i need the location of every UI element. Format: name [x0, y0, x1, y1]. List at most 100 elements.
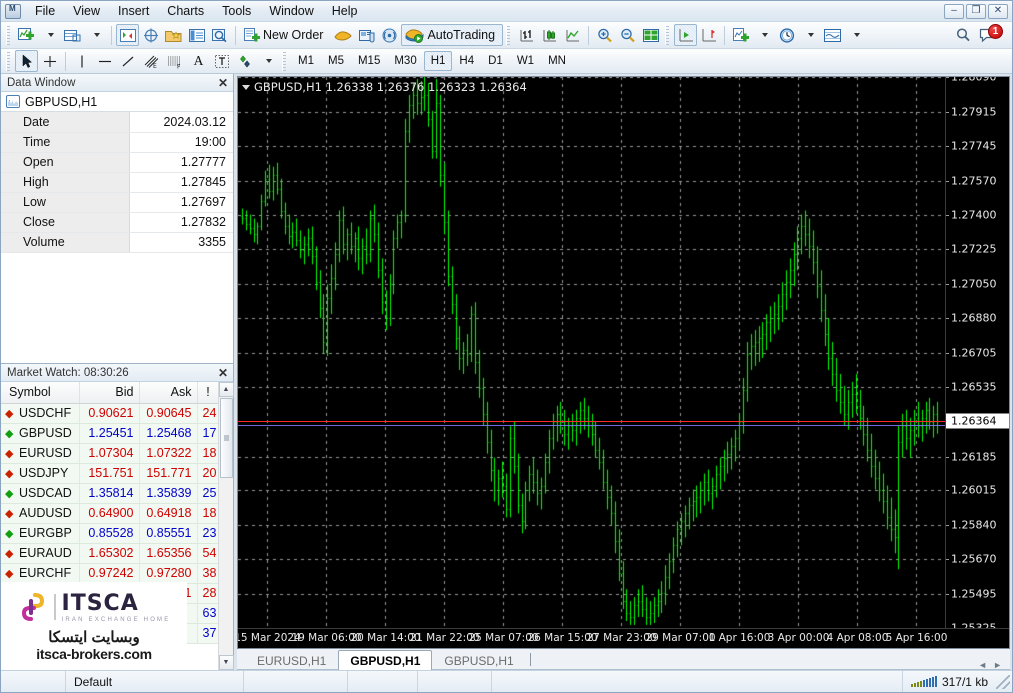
- vertical-line-icon[interactable]: [70, 50, 93, 72]
- toolbar-grip[interactable]: [6, 25, 12, 45]
- chart-window[interactable]: GBPUSD,H1 1.26338 1.26376 1.26323 1.2636…: [237, 76, 1010, 649]
- toolbar-grip-shift[interactable]: [665, 25, 672, 45]
- equidistant-channel-icon[interactable]: E: [139, 50, 163, 72]
- timeframe-w1[interactable]: W1: [510, 51, 541, 71]
- col-ask[interactable]: Ask: [139, 382, 198, 404]
- table-row[interactable]: ◆ EURUSD 1.07304 1.07322 18: [1, 443, 218, 464]
- terminal-icon[interactable]: [185, 24, 208, 46]
- menu-tools[interactable]: Tools: [213, 1, 260, 22]
- periods-icon[interactable]: [775, 24, 798, 46]
- horizontal-line-icon[interactable]: [93, 50, 116, 72]
- table-row[interactable]: ◆ EURGBP 0.85528 0.85551 23: [1, 523, 218, 544]
- menu-file[interactable]: File: [26, 1, 64, 22]
- indicators-dropdown[interactable]: [752, 24, 775, 46]
- table-row[interactable]: ◆ USDCAD 1.35814 1.35839 25: [1, 483, 218, 504]
- scrollbar-thumb[interactable]: [219, 398, 233, 478]
- table-row[interactable]: ◆ USDCHF 0.90621 0.90645 24: [1, 403, 218, 424]
- metaeditor-icon[interactable]: [331, 24, 355, 46]
- signals-icon[interactable]: [378, 24, 401, 46]
- market-watch-close-icon[interactable]: ✕: [218, 366, 228, 380]
- navigator-icon[interactable]: [162, 24, 185, 46]
- autotrading-button[interactable]: AutoTrading: [401, 24, 504, 46]
- trendline-icon[interactable]: [116, 50, 139, 72]
- auto-scroll-icon[interactable]: [674, 24, 698, 46]
- text-label-icon[interactable]: [210, 50, 233, 72]
- table-row[interactable]: ◆ GBPUSD 1.25451 1.25468 17: [1, 423, 218, 444]
- table-row[interactable]: ◆ EURAUD 1.65302 1.65356 54: [1, 543, 218, 564]
- chart-plot-area[interactable]: GBPUSD,H1 1.26338 1.26376 1.26323 1.2636…: [238, 77, 945, 628]
- news-icon[interactable]: [355, 24, 378, 46]
- zoom-out-icon[interactable]: [616, 24, 639, 46]
- menu-view[interactable]: View: [64, 1, 109, 22]
- templates-icon[interactable]: [821, 24, 844, 46]
- col-spread[interactable]: !: [197, 382, 218, 404]
- chevron-down-icon[interactable]: [242, 84, 250, 90]
- scroll-down-icon[interactable]: ▼: [218, 655, 234, 670]
- text-icon[interactable]: A: [187, 50, 210, 72]
- data-window-icon[interactable]: [139, 24, 162, 46]
- table-row[interactable]: ◆ EURCHF 0.97242 0.97280 38: [1, 563, 218, 584]
- chart-tab-gbpusd-2[interactable]: GBPUSD,H1: [432, 651, 525, 670]
- tabs-prev-icon[interactable]: ◄: [978, 660, 987, 670]
- new-chart-dropdown[interactable]: [38, 24, 61, 46]
- timeframe-m5[interactable]: M5: [321, 51, 351, 71]
- menu-insert[interactable]: Insert: [109, 1, 158, 22]
- mw-bid: 0.90621: [79, 403, 140, 424]
- restore-button[interactable]: ❐: [966, 3, 986, 19]
- cursor-icon[interactable]: [15, 50, 38, 72]
- menu-window[interactable]: Window: [260, 1, 322, 22]
- market-watch-icon[interactable]: [116, 24, 139, 46]
- shapes-dropdown[interactable]: [256, 50, 279, 72]
- new-chart-button[interactable]: [15, 24, 38, 46]
- line-chart-icon[interactable]: [561, 24, 584, 46]
- menu-charts[interactable]: Charts: [158, 1, 213, 22]
- new-order-button[interactable]: New Order: [240, 24, 331, 46]
- candlestick-chart-icon[interactable]: [538, 24, 561, 46]
- market-watch-scrollbar[interactable]: ▲ ▼: [218, 382, 234, 670]
- profiles-button[interactable]: [61, 24, 84, 46]
- table-row[interactable]: 63: [1, 603, 218, 624]
- fibonacci-icon[interactable]: F: [163, 50, 187, 72]
- chart-tab-gbpusd-active[interactable]: GBPUSD,H1: [338, 650, 433, 670]
- profiles-dropdown[interactable]: [84, 24, 107, 46]
- tabs-next-icon[interactable]: ►: [993, 660, 1002, 670]
- toolbar-grip-charts[interactable]: [506, 25, 513, 45]
- table-row[interactable]: ◆ AUDUSD 0.64900 0.64918 18: [1, 503, 218, 524]
- data-grid-icon[interactable]: [639, 24, 662, 46]
- periods-dropdown[interactable]: [798, 24, 821, 46]
- timeframe-h1[interactable]: H1: [423, 51, 453, 71]
- scroll-up-icon[interactable]: ▲: [218, 382, 234, 397]
- status-traffic: 317/1 kb: [903, 671, 996, 692]
- timeframe-toolbar-grip[interactable]: [282, 51, 288, 71]
- data-window-close-icon[interactable]: ✕: [218, 76, 228, 90]
- search-icon[interactable]: [952, 24, 976, 46]
- timeframe-m15[interactable]: M15: [351, 51, 387, 71]
- time-axis[interactable]: 15 Mar 2024 19 Mar 06:00 20 Mar 14:00 21 Ma…: [238, 628, 1009, 648]
- resize-grip[interactable]: [996, 674, 1010, 689]
- timeframe-d1[interactable]: D1: [481, 51, 510, 71]
- chart-tab-eurusd[interactable]: EURUSD,H1: [245, 651, 338, 670]
- table-row[interactable]: 37: [1, 623, 218, 644]
- col-bid[interactable]: Bid: [79, 382, 140, 404]
- minimize-button[interactable]: –: [944, 3, 964, 19]
- shapes-icon[interactable]: [233, 50, 256, 72]
- col-symbol[interactable]: Symbol: [1, 382, 80, 404]
- bar-chart-icon[interactable]: [515, 24, 538, 46]
- strategy-tester-icon[interactable]: [208, 24, 231, 46]
- line-toolbar-grip[interactable]: [6, 51, 12, 71]
- close-button[interactable]: ✕: [988, 3, 1008, 19]
- timeframe-mn[interactable]: MN: [541, 51, 573, 71]
- timeframe-m1[interactable]: M1: [291, 51, 321, 71]
- menu-help[interactable]: Help: [323, 1, 367, 22]
- timeframe-m30[interactable]: M30: [387, 51, 423, 71]
- indicators-icon[interactable]: [729, 24, 752, 46]
- alerts-icon[interactable]: 1: [976, 24, 1003, 46]
- zoom-in-icon[interactable]: [593, 24, 616, 46]
- templates-dropdown[interactable]: [844, 24, 867, 46]
- crosshair-icon[interactable]: [38, 50, 61, 72]
- timeframe-h4[interactable]: H4: [452, 51, 481, 71]
- table-row[interactable]: ◆ USDJPY 151.751 151.771 20: [1, 463, 218, 484]
- table-row[interactable]: ◆ EURJPY 162.843 162.871 28: [1, 583, 218, 604]
- price-axis[interactable]: 1.28090 1.27915 1.27745 1.27570 1.27400 1.272…: [945, 77, 1009, 635]
- chart-shift-icon[interactable]: [697, 24, 720, 46]
